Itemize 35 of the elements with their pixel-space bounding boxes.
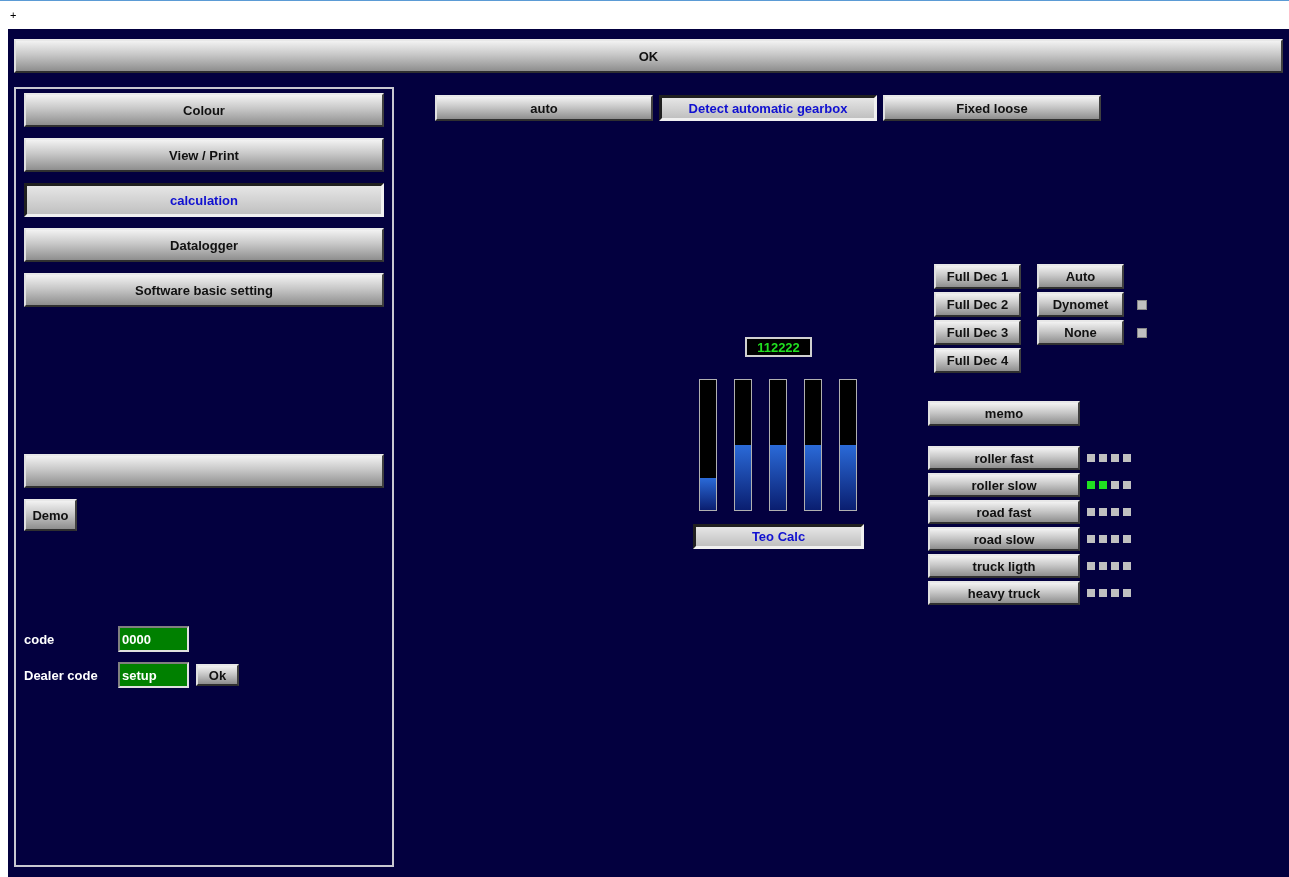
ok-small-button[interactable]: Ok bbox=[196, 664, 239, 686]
brake-mode-button[interactable]: Auto bbox=[1037, 264, 1124, 289]
menu-button[interactable]: calculation bbox=[24, 183, 384, 217]
menu-button[interactable]: Software basic setting bbox=[24, 273, 384, 307]
teo-calc-button[interactable]: Teo Calc bbox=[693, 524, 864, 549]
full-dec-button[interactable]: Full Dec 3 bbox=[934, 320, 1021, 345]
test-mode-button[interactable]: road slow bbox=[928, 527, 1080, 551]
full-dec-button[interactable]: Full Dec 1 bbox=[934, 264, 1021, 289]
brake-mode-button[interactable]: Dynomet bbox=[1037, 292, 1124, 317]
counter-display: 112222 bbox=[745, 337, 812, 357]
menu-button[interactable]: Colour bbox=[24, 93, 384, 127]
test-mode-button[interactable]: heavy truck bbox=[928, 581, 1080, 605]
indicator-light bbox=[1137, 327, 1147, 338]
menu-button[interactable]: View / Print bbox=[24, 138, 384, 172]
indicator-light bbox=[1137, 299, 1147, 310]
demo-button[interactable]: Demo bbox=[24, 499, 77, 531]
mode-tab[interactable]: Fixed loose bbox=[883, 95, 1101, 121]
ok-button[interactable]: OK bbox=[14, 39, 1283, 73]
test-mode-button[interactable]: roller fast bbox=[928, 446, 1080, 470]
plus-label: + bbox=[10, 9, 17, 21]
dealer-code-label: Dealer code bbox=[24, 667, 99, 683]
memo-button[interactable]: memo bbox=[928, 401, 1080, 426]
full-dec-button[interactable]: Full Dec 2 bbox=[934, 292, 1021, 317]
code-label: code bbox=[24, 631, 56, 647]
code-field[interactable]: 0000 bbox=[118, 626, 189, 652]
test-mode-button[interactable]: road fast bbox=[928, 500, 1080, 524]
mode-tab[interactable]: Detect automatic gearbox bbox=[659, 95, 877, 121]
test-mode-button[interactable]: roller slow bbox=[928, 473, 1080, 497]
mode-tab[interactable]: auto bbox=[435, 95, 653, 121]
brake-mode-button[interactable]: None bbox=[1037, 320, 1124, 345]
dealer-code-field[interactable]: setup bbox=[118, 662, 189, 688]
blank-button[interactable] bbox=[24, 454, 384, 488]
test-mode-button[interactable]: truck ligth bbox=[928, 554, 1080, 578]
menu-button[interactable]: Datalogger bbox=[24, 228, 384, 262]
full-dec-button[interactable]: Full Dec 4 bbox=[934, 348, 1021, 373]
